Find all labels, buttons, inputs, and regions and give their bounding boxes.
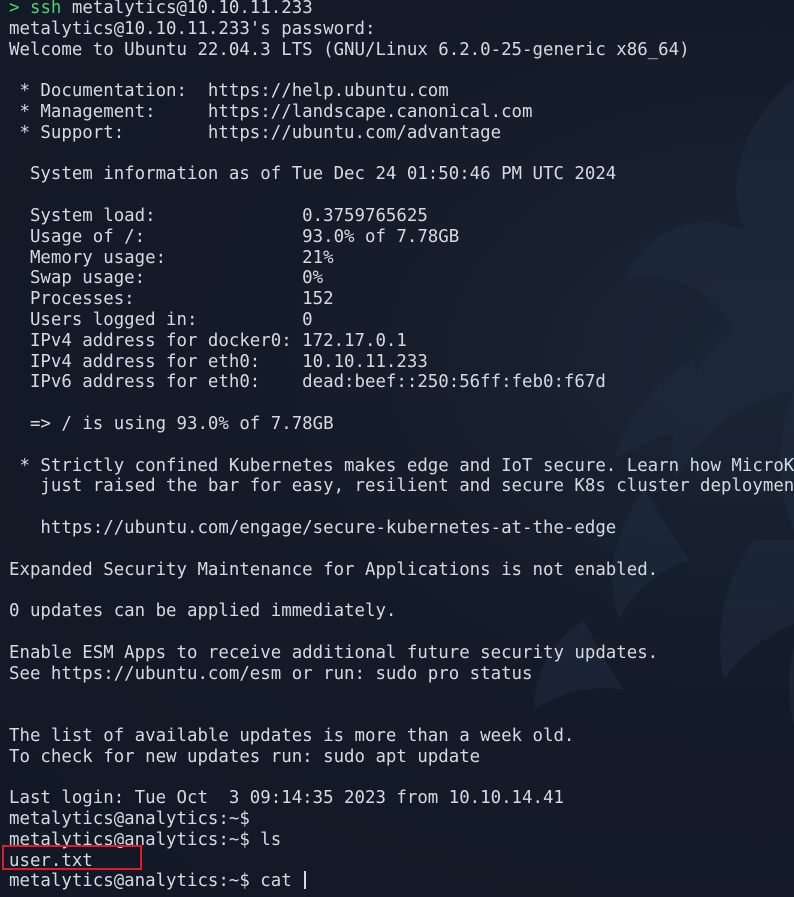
ssh-command: ssh <box>29 0 62 18</box>
text-cursor <box>304 871 307 890</box>
terminal-window[interactable]: > ssh metalytics@10.10.11.233 metalytics… <box>0 0 794 897</box>
documentation-line: * Documentation: https://help.ubuntu.com <box>9 81 449 102</box>
updates-old-line2: To check for new updates run: sudo apt u… <box>9 746 481 767</box>
stat-processes: Processes: 152 <box>9 289 334 310</box>
k8s-notice-line2: just raised the bar for easy, resilient … <box>9 476 794 497</box>
updates-available: 0 updates can be applied immediately. <box>9 601 397 622</box>
management-line: * Management: https://landscape.canonica… <box>9 101 533 122</box>
disk-warning: => / is using 93.0% of 7.78GB <box>9 413 334 434</box>
prompt-arrow-icon: > <box>9 0 20 18</box>
esm-apps-line1: Enable ESM Apps to receive additional fu… <box>9 642 659 663</box>
ssh-command-line: > ssh metalytics@10.10.11.233 <box>9 0 794 19</box>
shell-prompt-cat: metalytics@analytics:~$ cat <box>9 871 303 892</box>
support-line: * Support: https://ubuntu.com/advantage <box>9 122 502 143</box>
esm-status: Expanded Security Maintenance for Applic… <box>9 559 659 580</box>
stat-swap-usage: Swap usage: 0% <box>9 268 324 289</box>
sysinfo-header: System information as of Tue Dec 24 01:5… <box>9 164 617 185</box>
stat-system-load: System load: 0.3759765625 <box>9 205 428 226</box>
k8s-notice-line1: * Strictly confined Kubernetes makes edg… <box>9 455 794 476</box>
esm-apps-line2: See https://ubuntu.com/esm or run: sudo … <box>9 663 533 684</box>
stat-users-logged-in: Users logged in: 0 <box>9 309 313 330</box>
stat-memory-usage: Memory usage: 21% <box>9 247 334 268</box>
stat-ipv4-eth0: IPv4 address for eth0: 10.10.11.233 <box>9 351 428 372</box>
ssh-target: metalytics@10.10.11.233 <box>61 0 313 18</box>
shell-input-line[interactable]: metalytics@analytics:~$ cat <box>9 871 794 892</box>
updates-old-line1: The list of available updates is more th… <box>9 725 575 746</box>
last-login: Last login: Tue Oct 3 09:14:35 2023 from… <box>9 788 564 809</box>
user-txt-highlight <box>2 845 142 870</box>
stat-disk-usage: Usage of /: 93.0% of 7.78GB <box>9 226 460 247</box>
k8s-url: https://ubuntu.com/engage/secure-kuberne… <box>9 517 617 538</box>
password-prompt: metalytics@10.10.11.233's password: <box>9 18 376 39</box>
shell-prompt: metalytics@analytics:~$ <box>9 809 250 830</box>
stat-ipv4-docker0: IPv4 address for docker0: 172.17.0.1 <box>9 330 407 351</box>
welcome-banner: Welcome to Ubuntu 22.04.3 LTS (GNU/Linux… <box>9 39 690 60</box>
stat-ipv6-eth0: IPv6 address for eth0: dead:beef::250:56… <box>9 372 606 393</box>
terminal-output: > ssh metalytics@10.10.11.233 metalytics… <box>9 0 794 892</box>
